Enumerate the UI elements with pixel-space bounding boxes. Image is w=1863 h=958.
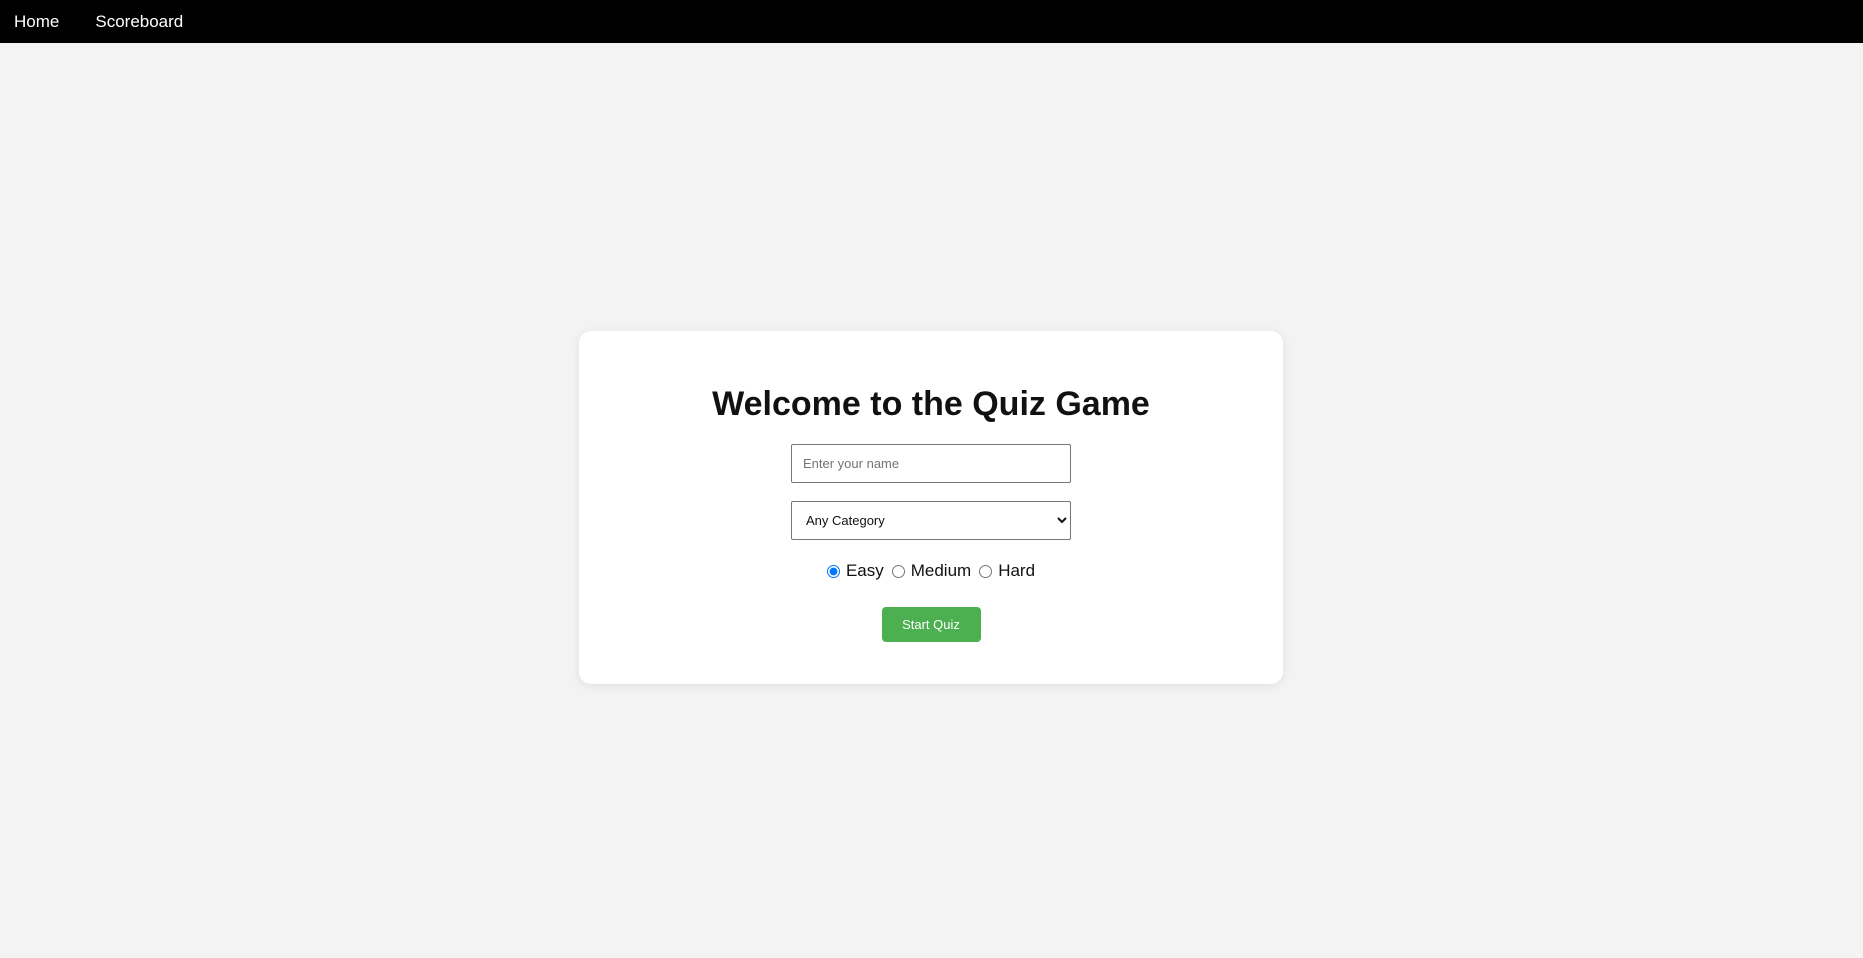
start-quiz-button[interactable]: Start Quiz <box>881 607 981 642</box>
quiz-start-card: Welcome to the Quiz Game Any Category Ea… <box>579 331 1283 684</box>
medium-radio[interactable] <box>891 564 905 578</box>
category-select[interactable]: Any Category <box>791 501 1071 540</box>
difficulty-option-medium[interactable]: Medium <box>891 561 972 581</box>
difficulty-option-hard[interactable]: Hard <box>979 561 1035 581</box>
hard-radio[interactable] <box>979 564 993 578</box>
easy-label: Easy <box>845 561 884 580</box>
page-title: Welcome to the Quiz Game <box>712 385 1150 423</box>
easy-radio[interactable] <box>826 564 840 578</box>
medium-label: Medium <box>910 561 972 580</box>
difficulty-option-easy[interactable]: Easy <box>826 561 884 581</box>
nav-home-link[interactable]: Home <box>14 12 59 32</box>
name-input[interactable] <box>791 444 1071 483</box>
top-navbar: Home Scoreboard <box>0 0 1863 43</box>
nav-scoreboard-link[interactable]: Scoreboard <box>95 12 183 32</box>
hard-label: Hard <box>998 561 1036 580</box>
difficulty-radio-group: Easy Medium Hard <box>823 561 1039 581</box>
